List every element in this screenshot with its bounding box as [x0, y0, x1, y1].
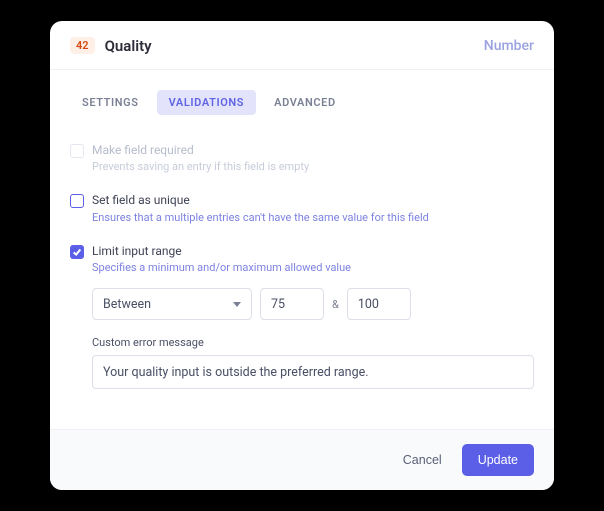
chevron-down-icon: [233, 302, 241, 307]
option-range-desc: Specifies a minimum and/or maximum allow…: [92, 261, 534, 274]
option-unique: Set field as unique Ensures that a multi…: [70, 183, 534, 234]
range-row: Between &: [92, 288, 534, 320]
cancel-button[interactable]: Cancel: [399, 447, 446, 473]
custom-error-input[interactable]: [92, 355, 534, 389]
tab-validations[interactable]: VALIDATIONS: [157, 90, 257, 115]
header-left: 42 Quality: [70, 37, 152, 55]
field-title: Quality: [105, 37, 152, 55]
tab-advanced[interactable]: ADVANCED: [262, 90, 348, 115]
option-required-label: Make field required: [92, 143, 534, 159]
dialog-footer: Cancel Update: [50, 429, 554, 490]
dialog-header: 42 Quality Number: [50, 21, 554, 69]
range-min-input[interactable]: [260, 288, 324, 320]
option-unique-desc: Ensures that a multiple entries can't ha…: [92, 211, 534, 224]
range-mode-value: Between: [103, 297, 151, 312]
check-icon: [72, 247, 82, 257]
option-range: Limit input range Specifies a minimum an…: [70, 234, 534, 400]
dialog: 42 Quality Number SETTINGS VALIDATIONS A…: [50, 21, 554, 491]
range-separator: &: [332, 298, 339, 311]
validations-panel: Make field required Prevents saving an e…: [50, 125, 554, 430]
range-mode-select[interactable]: Between: [92, 288, 252, 320]
tabs: SETTINGS VALIDATIONS ADVANCED: [50, 70, 554, 125]
field-id-badge: 42: [70, 37, 95, 54]
checkbox-range[interactable]: [70, 245, 84, 259]
checkbox-required[interactable]: [70, 144, 84, 158]
range-max-input[interactable]: [347, 288, 411, 320]
field-type-label: Number: [484, 38, 534, 54]
range-config: Between & Custom error message: [92, 288, 534, 389]
option-unique-label: Set field as unique: [92, 193, 534, 209]
custom-error-label: Custom error message: [92, 336, 534, 349]
checkbox-unique[interactable]: [70, 194, 84, 208]
option-required-desc: Prevents saving an entry if this field i…: [92, 160, 534, 173]
tab-settings[interactable]: SETTINGS: [70, 90, 151, 115]
update-button[interactable]: Update: [462, 444, 534, 476]
option-required: Make field required Prevents saving an e…: [70, 133, 534, 184]
option-range-label: Limit input range: [92, 244, 534, 260]
